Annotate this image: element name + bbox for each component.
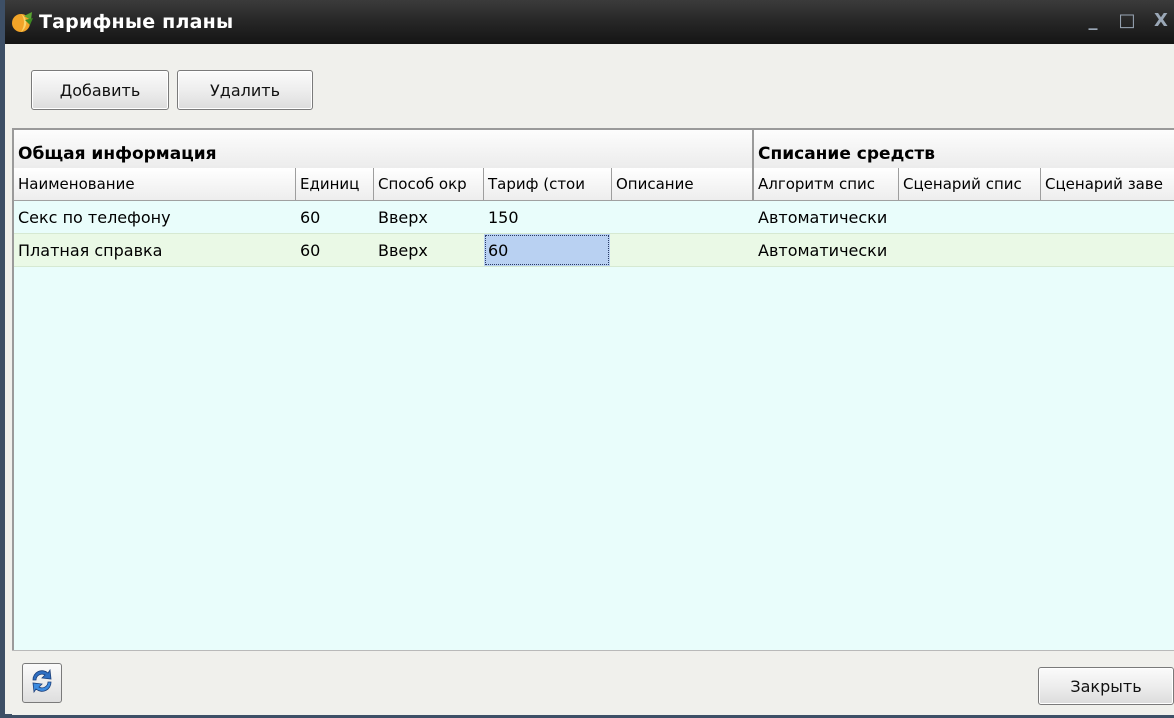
column-header-scenario-writeoff[interactable]: Сценарий спис bbox=[899, 168, 1041, 200]
column-header-tariff[interactable]: Тариф (стои bbox=[484, 168, 612, 200]
add-button[interactable]: Добавить bbox=[31, 70, 169, 110]
band-general-info[interactable]: Общая информация bbox=[14, 130, 754, 168]
close-button[interactable]: Закрыть bbox=[1038, 667, 1174, 705]
cell-name[interactable]: Платная справка bbox=[14, 234, 296, 266]
column-header-description[interactable]: Описание bbox=[612, 168, 754, 200]
cell-scenario-end[interactable] bbox=[1041, 201, 1174, 233]
cell-description[interactable] bbox=[610, 234, 754, 266]
column-header-algorithm[interactable]: Алгоритм спис bbox=[754, 168, 899, 200]
column-header-rounding[interactable]: Способ окр bbox=[374, 168, 484, 200]
cell-name[interactable]: Секс по телефону bbox=[14, 201, 296, 233]
cell-tariff[interactable]: 150 bbox=[484, 201, 612, 233]
column-header-name[interactable]: Наименование bbox=[14, 168, 296, 200]
title-bar[interactable]: Тарифные планы _ □ X bbox=[5, 0, 1174, 44]
refresh-button[interactable] bbox=[22, 663, 62, 703]
tariff-plans-window: Тарифные планы _ □ X Добавить Удалить Об… bbox=[0, 0, 1174, 718]
cell-description[interactable] bbox=[612, 201, 754, 233]
app-logo-icon bbox=[11, 10, 35, 34]
cell-scenario-writeoff[interactable] bbox=[899, 234, 1041, 266]
cell-scenario-writeoff[interactable] bbox=[899, 201, 1041, 233]
footer-bar: Закрыть bbox=[12, 650, 1174, 715]
maximize-icon[interactable]: □ bbox=[1118, 10, 1136, 31]
minimize-icon[interactable]: _ bbox=[1084, 10, 1102, 31]
delete-button[interactable]: Удалить bbox=[177, 70, 313, 110]
cell-rounding[interactable]: Вверх bbox=[374, 201, 484, 233]
window-title: Тарифные планы bbox=[39, 11, 234, 33]
cell-rounding[interactable]: Вверх bbox=[374, 234, 484, 266]
table-row[interactable]: Секс по телефону 60 Вверх 150 Автоматиче… bbox=[14, 201, 1174, 233]
cell-scenario-end[interactable] bbox=[1041, 234, 1174, 266]
cell-units[interactable]: 60 bbox=[296, 201, 374, 233]
cell-tariff-selected[interactable]: 60 bbox=[484, 234, 610, 266]
cell-algorithm[interactable]: Автоматически bbox=[754, 234, 899, 266]
band-funds-writeoff[interactable]: Списание средств bbox=[754, 130, 1174, 168]
close-icon[interactable]: X bbox=[1152, 10, 1170, 31]
column-header-scenario-end[interactable]: Сценарий заве bbox=[1041, 168, 1174, 200]
column-header-row: Наименование Единиц Способ окр Тариф (ст… bbox=[14, 168, 1174, 201]
band-header-row: Общая информация Списание средств bbox=[14, 130, 1174, 169]
cell-units[interactable]: 60 bbox=[296, 234, 374, 266]
window-controls: _ □ X bbox=[1084, 10, 1170, 31]
tariff-grid[interactable]: Общая информация Списание средств Наимен… bbox=[12, 128, 1174, 652]
column-header-units[interactable]: Единиц bbox=[296, 168, 374, 200]
toolbar: Добавить Удалить bbox=[5, 44, 1174, 130]
cell-algorithm[interactable]: Автоматически bbox=[754, 201, 899, 233]
table-row[interactable]: Платная справка 60 Вверх 60 Автоматическ… bbox=[14, 233, 1174, 267]
refresh-icon bbox=[29, 667, 55, 699]
